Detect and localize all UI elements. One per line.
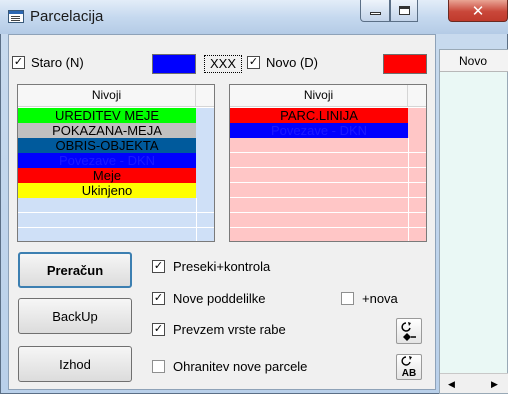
new-level-row-side [408,123,426,138]
new-level-empty-area[interactable] [230,138,426,241]
old-level-row-side [196,153,214,168]
old-level-row[interactable]: POKAZANA-MEJA [18,123,196,138]
new-levels-header-label: Nivoji [230,85,408,106]
tool-ab-icon [401,356,412,366]
app-icon [8,10,24,23]
new-levels-list[interactable]: Nivoji PARC.LINIJA Povezave - DKN [229,84,427,242]
title-bar[interactable]: Parcelacija [0,0,508,34]
old-level-row-side [196,138,214,153]
tool-ab-label: AB [401,368,417,379]
new-level-row[interactable]: PARC.LINIJA [230,108,408,123]
intersections-checkbox[interactable]: ✓ [152,260,165,273]
old-level-row[interactable]: Meje [18,168,196,183]
old-level-row[interactable]: OBRIS-OBJEKTA [18,138,196,153]
new-levels-header[interactable]: Nivoji [230,85,426,107]
old-level-empty-area[interactable] [18,198,214,241]
minimize-icon [369,12,381,15]
close-icon: ✕ [471,1,485,20]
recalculate-button[interactable]: Preračun [18,252,132,288]
side-panel-header-label: Novo [459,54,488,68]
scroll-left-icon[interactable]: ◀ [448,379,455,390]
maximize-icon [398,6,410,15]
tool-swap-button[interactable] [396,318,422,344]
old-level-row-side [196,108,214,123]
close-button[interactable]: ✕ [448,0,508,22]
new-subparcels-checkbox[interactable]: ✓ [152,292,165,305]
old-color-swatch[interactable] [152,54,196,74]
new-checkbox-label: Novo (D) [266,55,319,70]
new-subparcels-label: Nove poddelilke [173,291,266,306]
old-level-row[interactable]: Ukinjeno [18,183,196,198]
scroll-right-icon[interactable]: ▶ [491,379,498,390]
old-checkbox-label: Staro (N) [31,55,84,70]
old-level-row-side [196,183,214,198]
side-panel: Novo ◀ ▶ [439,49,508,394]
new-level-row[interactable]: Povezave - DKN [230,123,408,138]
window-title: Parcelacija [30,8,104,25]
new-checkbox[interactable]: ✓ [247,56,260,69]
maximize-button[interactable] [390,0,418,22]
old-levels-list[interactable]: Nivoji UREDITEV MEJE POKAZANA-MEJA OBRIS-O… [17,84,215,242]
old-levels-header[interactable]: Nivoji [18,85,214,107]
new-color-swatch[interactable] [383,54,427,74]
take-usage-checkbox[interactable]: ✓ [152,323,165,336]
old-checkbox[interactable]: ✓ [12,56,25,69]
exit-button[interactable]: Izhod [18,346,132,382]
keep-new-parcel-label: Ohranitev nove parcele [173,359,308,374]
plus-new-checkbox[interactable] [341,292,354,305]
intersections-label: Preseki+kontrola [173,259,271,274]
old-level-row[interactable]: UREDITEV MEJE [18,108,196,123]
take-usage-label: Prevzem vrste rabe [173,322,286,337]
old-levels-header-label: Nivoji [18,85,196,106]
plus-new-label: +nova [362,291,398,306]
new-level-row-side [408,108,426,123]
keep-new-parcel-checkbox[interactable] [152,360,165,373]
old-level-row-side [196,168,214,183]
backup-button[interactable]: BackUp [18,298,132,334]
tool-swap-icon [401,322,416,341]
old-level-row-side [196,123,214,138]
horizontal-scrollbar[interactable]: ◀ ▶ [440,373,508,393]
tool-ab-button[interactable]: AB [396,354,422,380]
placeholder-field[interactable]: XXX [204,55,242,73]
side-panel-header[interactable]: Novo [440,50,508,72]
minimize-button[interactable] [360,0,390,22]
old-level-row[interactable]: Povezave - DKN [18,153,196,168]
